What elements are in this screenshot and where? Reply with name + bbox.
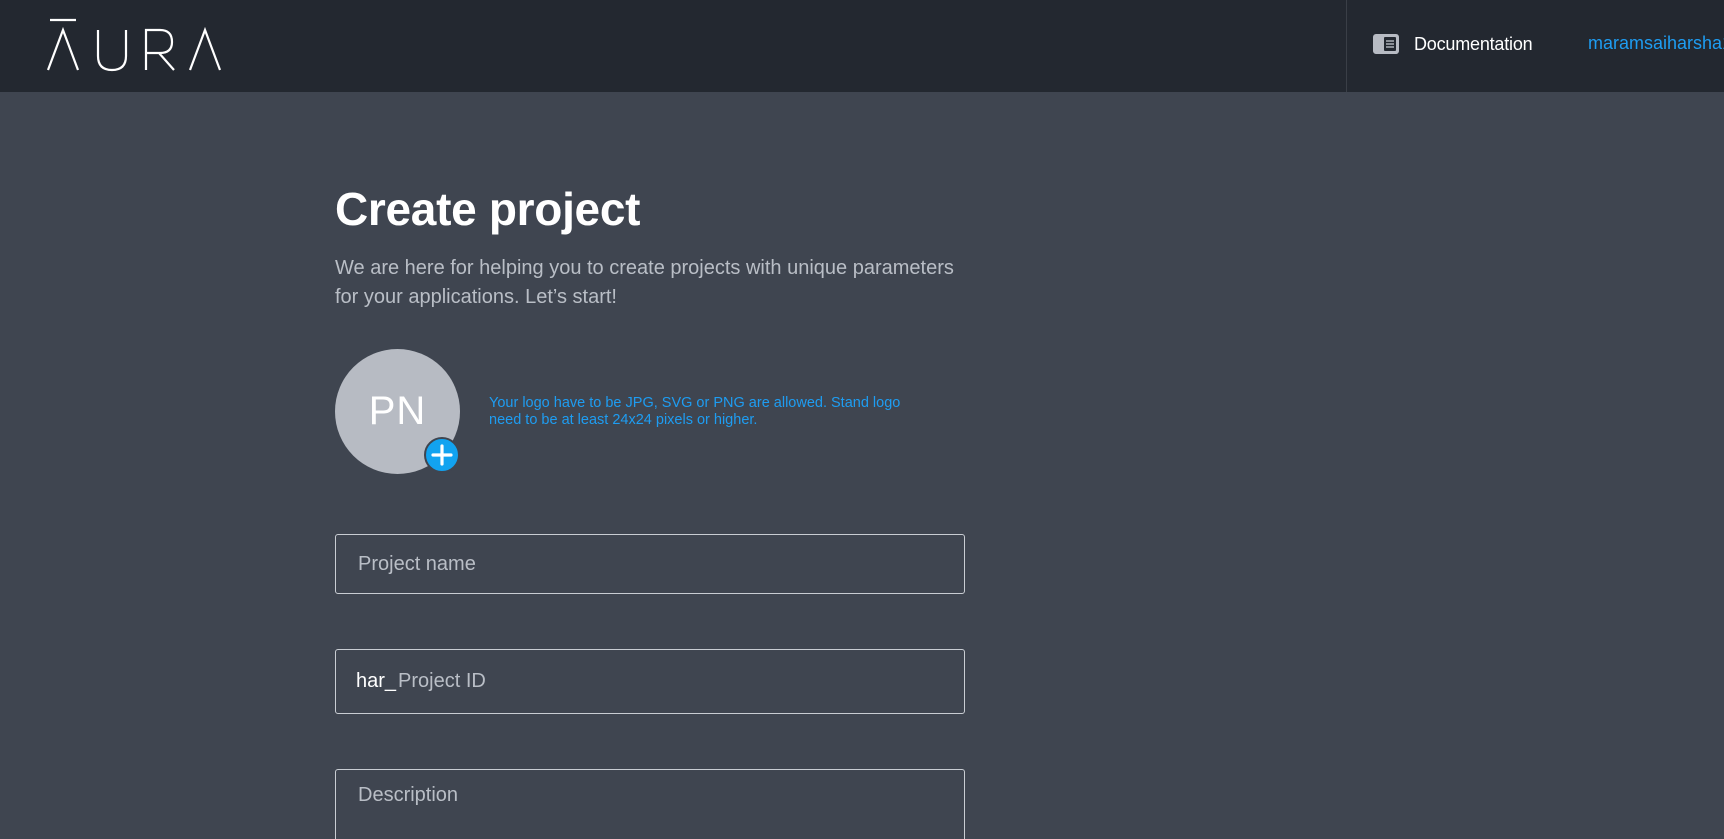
documentation-link[interactable]: Documentation xyxy=(1372,30,1533,58)
project-name-field xyxy=(335,534,965,594)
top-bar: Documentation maramsaiharsha1 xyxy=(0,0,1724,92)
add-logo-button[interactable] xyxy=(424,437,460,473)
documentation-label: Documentation xyxy=(1414,33,1533,54)
project-id-input[interactable] xyxy=(396,651,964,712)
avatar-initials: PN xyxy=(368,389,427,433)
documentation-icon xyxy=(1373,34,1399,54)
project-name-input[interactable] xyxy=(356,535,946,593)
plus-icon xyxy=(431,444,453,466)
user-menu-link[interactable]: maramsaiharsha1 xyxy=(1588,33,1724,54)
description-field xyxy=(335,769,965,839)
page-title: Create project xyxy=(335,183,641,235)
aura-logo[interactable] xyxy=(46,18,226,72)
page-subtitle: We are here for helping you to create pr… xyxy=(335,257,954,308)
project-id-prefix: har_ xyxy=(356,670,397,692)
project-id-field: har_ xyxy=(335,649,965,714)
logo-requirements-hint: Your logo have to be JPG, SVG or PNG are… xyxy=(489,395,901,428)
header-divider xyxy=(1346,0,1347,92)
create-project-form: Create project We are here for helping y… xyxy=(335,92,967,839)
